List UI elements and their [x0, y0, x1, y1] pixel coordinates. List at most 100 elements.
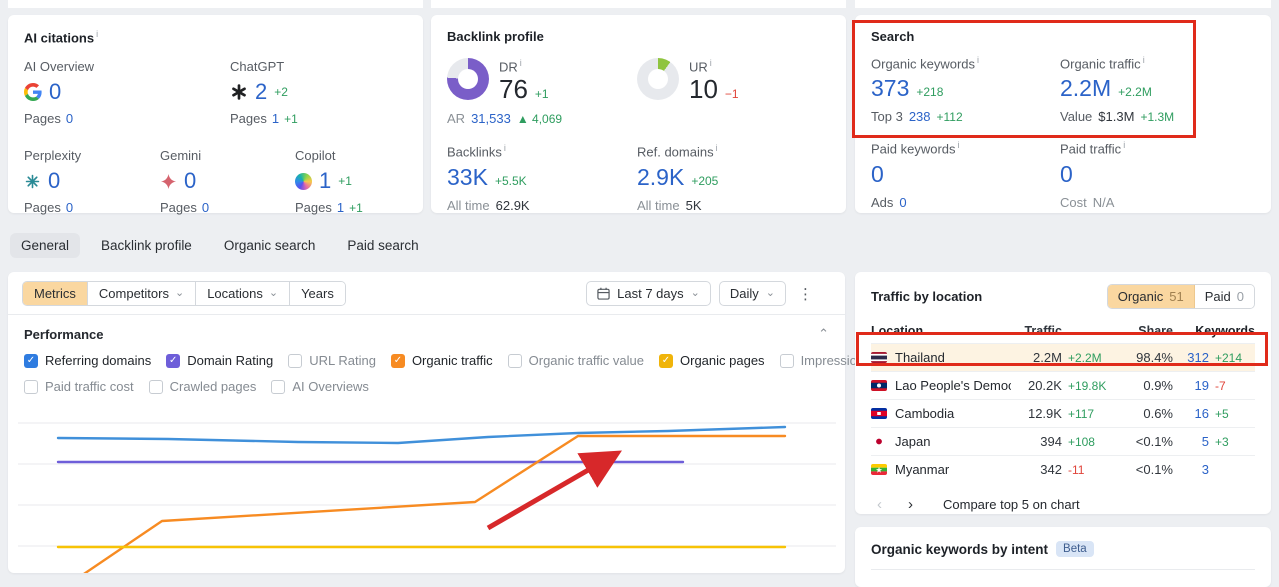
chevron-down-icon: ⌄ — [690, 287, 700, 299]
flag-laos-icon — [871, 380, 887, 391]
metric-checkbox-row-2: ✓Paid traffic cost ✓Crawled pages ✓AI Ov… — [24, 379, 829, 394]
metric-value[interactable]: 0 — [184, 170, 196, 192]
checkbox-paid-traffic-cost[interactable]: ✓Paid traffic cost — [24, 379, 134, 394]
value-label: Value — [1060, 109, 1093, 125]
prev-page-icon[interactable]: ‹ — [877, 496, 882, 513]
search-title: Search — [871, 29, 915, 44]
backlinks-value[interactable]: 33K — [447, 165, 488, 189]
checkbox-ai-overviews[interactable]: ✓AI Overviews — [271, 379, 369, 394]
value-amount: $1.3M — [1098, 109, 1135, 125]
top3-delta: +112 — [936, 110, 963, 125]
dr-delta: +1 — [534, 87, 549, 102]
competitors-button[interactable]: Competitors ⌄ — [86, 282, 196, 305]
organic-traffic-value[interactable]: 2.2M — [1060, 77, 1111, 100]
tab-backlink-profile[interactable]: Backlink profile — [90, 233, 203, 258]
metric-value[interactable]: 0 — [48, 170, 60, 192]
info-icon[interactable]: i — [96, 29, 98, 39]
tab-general[interactable]: General — [10, 233, 81, 258]
ads-value[interactable]: 0 — [899, 195, 906, 210]
kebab-menu-icon[interactable]: ⋮ — [794, 285, 817, 303]
checkbox-referring-domains[interactable]: ✓ Referring domains — [24, 353, 151, 368]
pages-value[interactable]: 0 — [202, 200, 209, 215]
next-page-icon[interactable]: › — [908, 496, 913, 513]
tab-paid-search[interactable]: Paid search — [336, 233, 429, 258]
checkbox-organic-pages[interactable]: ✓ Organic pages — [659, 353, 765, 368]
date-range-button[interactable]: Last 7 days ⌄ — [586, 281, 711, 306]
metric-perplexity: Perplexity 0 Pages 0 — [24, 148, 160, 215]
backlink-profile-card: Backlink profile DR i 76 +1 AR 31,533 ▲ 4… — [431, 15, 846, 213]
checkbox-organic-traffic-value[interactable]: ✓Organic traffic value — [507, 353, 644, 368]
view-mode-segmented-control: Metrics Competitors ⌄ Locations ⌄ Years — [22, 281, 346, 306]
top3-value[interactable]: 238 — [909, 109, 931, 124]
chart-controls: Metrics Competitors ⌄ Locations ⌄ Years La… — [8, 272, 845, 315]
performance-line-chart[interactable] — [18, 400, 836, 582]
top3-label: Top 3 — [871, 109, 903, 125]
chevron-up-icon[interactable]: ⌃ — [818, 326, 829, 342]
flag-thailand-icon — [871, 352, 887, 363]
years-button[interactable]: Years — [289, 282, 345, 305]
metric-copilot: Copilot 1 +1 Pages 1 +1 — [295, 148, 363, 216]
ref-domains-label: Ref. domains — [637, 144, 714, 160]
metric-value[interactable]: 0 — [49, 81, 61, 103]
info-icon[interactable]: i — [958, 140, 960, 150]
paid-keywords-label: Paid keywords — [871, 141, 956, 157]
google-icon — [24, 83, 42, 102]
col-keywords[interactable]: Keywords — [1173, 324, 1255, 338]
info-icon[interactable]: i — [977, 55, 979, 65]
pages-value[interactable]: 0 — [66, 200, 73, 215]
paid-traffic-value[interactable]: 0 — [1060, 161, 1073, 187]
flag-myanmar-icon — [871, 464, 887, 475]
perplexity-icon — [25, 174, 40, 189]
organic-keywords-value[interactable]: 373 — [871, 77, 909, 100]
tab-organic-search[interactable]: Organic search — [213, 233, 327, 258]
flag-cambodia-icon — [871, 408, 887, 419]
section-tabs: General Backlink profile Organic search … — [10, 233, 430, 258]
table-row-myanmar[interactable]: Myanmar 342 -11 <0.1% 3 — [871, 455, 1255, 483]
info-icon[interactable]: i — [710, 58, 712, 68]
pages-label: Pages — [230, 111, 267, 127]
checkbox-crawled-pages[interactable]: ✓Crawled pages — [148, 379, 256, 394]
metrics-button[interactable]: Metrics — [23, 282, 87, 305]
info-icon[interactable]: i — [1143, 55, 1145, 65]
ref-domains-value[interactable]: 2.9K — [637, 165, 684, 189]
cost-value: N/A — [1092, 194, 1115, 210]
compare-top5-link[interactable]: Compare top 5 on chart — [943, 497, 1080, 512]
ar-label: AR — [447, 111, 466, 127]
table-header-row: Location Traffic Share Keywords — [871, 319, 1255, 343]
pages-value[interactable]: 1 — [337, 200, 344, 215]
metric-value[interactable]: 2 — [255, 81, 267, 103]
top-edge-panel — [431, 0, 846, 8]
table-row-laos[interactable]: Lao People's Democratic Reput 20.2K+19.8… — [871, 371, 1255, 399]
pages-value[interactable]: 0 — [66, 111, 73, 126]
performance-panel: Metrics Competitors ⌄ Locations ⌄ Years La… — [8, 272, 968, 582]
checkbox-organic-traffic[interactable]: ✓ Organic traffic — [390, 353, 493, 368]
metric-value[interactable]: 1 — [319, 170, 331, 192]
calendar-icon — [597, 287, 610, 300]
info-icon[interactable]: i — [520, 58, 522, 68]
ai-citations-title: AI citations — [24, 30, 95, 46]
chevron-down-icon: ⌄ — [174, 287, 185, 299]
traffic-by-location-panel: Traffic by location Organic 51 Paid 0 Loca… — [855, 272, 1271, 514]
checkbox-url-rating[interactable]: ✓URL Rating — [288, 353, 376, 368]
metric-gemini: Gemini 0 Pages 0 — [160, 148, 295, 215]
table-row-japan[interactable]: Japan 394 +108 <0.1% 5 +3 — [871, 427, 1255, 455]
pages-value[interactable]: 1 — [272, 111, 279, 126]
beta-badge: Beta — [1056, 541, 1094, 557]
col-share[interactable]: Share — [1115, 324, 1173, 338]
info-icon[interactable]: i — [504, 143, 506, 153]
checkbox-domain-rating[interactable]: ✓ Domain Rating — [166, 353, 273, 368]
table-row-cambodia[interactable]: Cambodia 12.9K +117 0.6% 16 +5 — [871, 399, 1255, 427]
table-row-thailand[interactable]: Thailand 2.2M +2.2M 98.4% 312 +214 — [871, 343, 1255, 371]
paid-keywords-value[interactable]: 0 — [871, 161, 884, 187]
col-traffic[interactable]: Traffic — [1011, 324, 1062, 338]
col-location[interactable]: Location — [871, 324, 1011, 338]
granularity-button[interactable]: Daily ⌄ — [718, 281, 786, 306]
organic-toggle-button[interactable]: Organic 51 — [1107, 285, 1195, 308]
ur-label: UR — [689, 59, 708, 75]
ar-value[interactable]: 31,533 — [471, 111, 511, 126]
divider — [871, 569, 1255, 570]
paid-toggle-button[interactable]: Paid 0 — [1194, 285, 1254, 308]
info-icon[interactable]: i — [716, 143, 718, 153]
locations-button[interactable]: Locations ⌄ — [195, 282, 290, 305]
info-icon[interactable]: i — [1123, 140, 1125, 150]
